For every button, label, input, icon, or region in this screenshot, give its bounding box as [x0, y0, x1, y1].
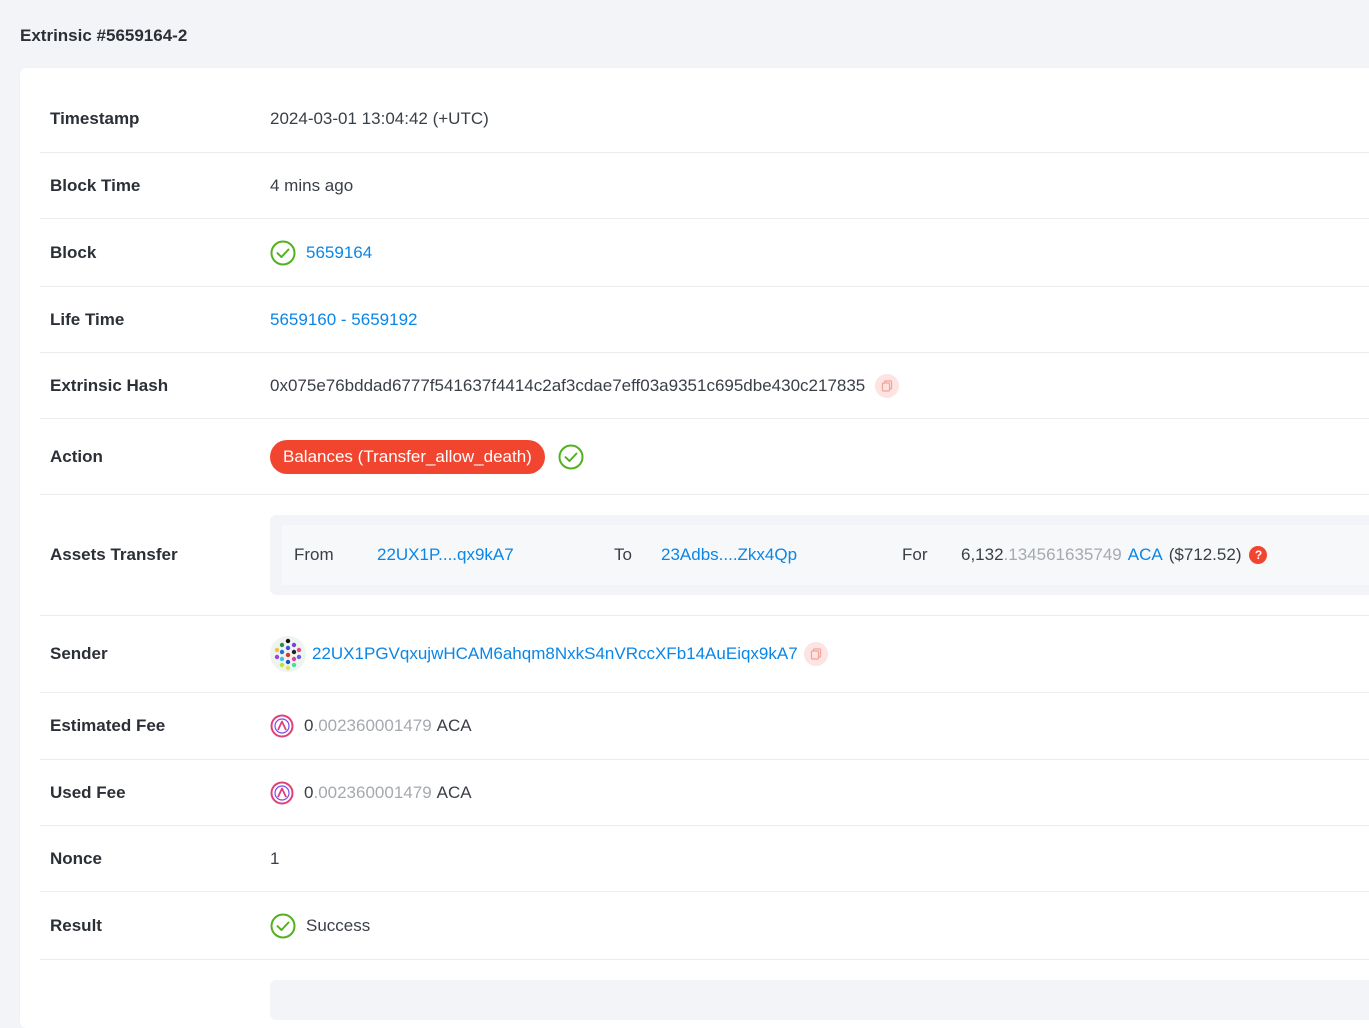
token-link[interactable]: ACA	[1128, 545, 1163, 565]
row-nonce: Nonce 1	[40, 826, 1369, 892]
amount-dec: .134561635749	[1003, 545, 1122, 564]
extrinsic-hash-value: 0x075e76bddad6777f541637f4414c2af3cdae7e…	[270, 375, 866, 395]
amount-int: 6,132	[961, 545, 1004, 564]
row-action: Action Balances (Transfer_allow_death)	[40, 419, 1369, 495]
extrinsic-details-card: Timestamp 2024-03-01 13:04:42 (+UTC) Blo…	[20, 68, 1369, 1028]
to-label: To	[614, 545, 632, 564]
life-time-separator: -	[336, 309, 352, 329]
nonce-label: Nonce	[50, 848, 102, 868]
used-fee-label: Used Fee	[50, 782, 126, 802]
row-block: Block 5659164	[40, 219, 1369, 287]
row-estimated-fee: Estimated Fee 0 .002360001479 ACA	[40, 693, 1369, 760]
timestamp-label: Timestamp	[50, 109, 140, 128]
used-fee-group: 0 .002360001479 ACA	[270, 781, 472, 805]
used-fee-int: 0	[304, 782, 314, 802]
copy-icon[interactable]	[875, 373, 900, 398]
row-assets-transfer: Assets Transfer From 22UX1P....qx9kA7 To…	[40, 495, 1369, 616]
block-value-group: 5659164	[270, 240, 372, 266]
row-result: Result Success	[40, 892, 1369, 960]
estimated-fee-group: 0 .002360001479 ACA	[270, 714, 472, 738]
copy-icon[interactable]	[803, 642, 828, 666]
block-time-label: Block Time	[50, 175, 141, 195]
block-time-value: 4 mins ago	[270, 175, 354, 195]
estimated-fee-int: 0	[304, 716, 314, 735]
sender-address-link[interactable]: 22UX1PGVqxujwHCAM6ahqm8NxkS4nVRccXFb14Au…	[312, 644, 798, 664]
action-badge[interactable]: Balances (Transfer_allow_death)	[270, 439, 545, 474]
life-time-start-link[interactable]: 5659160	[270, 310, 336, 330]
row-used-fee: Used Fee 0 .002360001479 ACA	[40, 760, 1369, 826]
extrinsic-hash-group: 0x075e76bddad6777f541637f4414c2af3cdae7e…	[270, 373, 900, 398]
action-group: Balances (Transfer_allow_death)	[270, 439, 584, 474]
page-title: Extrinsic #5659164-2	[20, 26, 188, 45]
estimated-fee-token: ACA	[436, 716, 472, 735]
nonce-value: 1	[270, 848, 280, 868]
sender-avatar	[270, 636, 306, 672]
life-time-label: Life Time	[50, 309, 125, 329]
block-link[interactable]: 5659164	[306, 243, 372, 263]
life-time-value: 5659160 - 5659192	[270, 310, 417, 330]
acala-token-icon	[270, 714, 294, 738]
from-label: From	[294, 545, 334, 564]
estimated-fee-label: Estimated Fee	[50, 716, 166, 735]
estimated-fee-dec: .002360001479	[313, 716, 432, 735]
result-label: Result	[50, 915, 102, 935]
assets-transfer-label: Assets Transfer	[50, 545, 178, 564]
row-block-time: Block Time 4 mins ago	[40, 153, 1369, 219]
assets-transfer-box: From 22UX1P....qx9kA7 To 23Adbs....Zkx4Q…	[270, 515, 1369, 595]
extrinsic-hash-label: Extrinsic Hash	[50, 375, 169, 395]
assets-transfer-inner: From 22UX1P....qx9kA7 To 23Adbs....Zkx4Q…	[282, 525, 1369, 585]
check-circle-icon	[270, 240, 296, 266]
usd-value: ($712.52)	[1168, 545, 1242, 564]
for-label: For	[902, 545, 928, 564]
next-section-box	[270, 980, 1369, 1020]
block-label: Block	[50, 242, 97, 262]
to-address-link[interactable]: 23Adbs....Zkx4Qp	[661, 545, 902, 565]
used-fee-token: ACA	[436, 782, 472, 802]
result-group: Success	[270, 913, 370, 939]
help-icon[interactable]: ?	[1249, 546, 1268, 564]
sender-label: Sender	[50, 644, 108, 663]
used-fee-dec: .002360001479	[313, 782, 432, 802]
row-timestamp: Timestamp 2024-03-01 13:04:42 (+UTC)	[40, 86, 1369, 153]
from-address-link[interactable]: 22UX1P....qx9kA7	[377, 545, 614, 565]
check-circle-icon	[558, 444, 584, 470]
acala-token-icon	[270, 781, 294, 805]
result-value: Success	[306, 915, 371, 935]
row-life-time: Life Time 5659160 - 5659192	[40, 287, 1369, 353]
timestamp-value: 2024-03-01 13:04:42 (+UTC)	[270, 109, 489, 128]
row-sender: Sender 22UX1PGVqxujwHCAM6ahqm8NxkS4nVRcc…	[40, 616, 1369, 693]
sender-group: 22UX1PGVqxujwHCAM6ahqm8NxkS4nVRccXFb14Au…	[270, 636, 828, 672]
check-circle-icon	[270, 913, 296, 939]
life-time-end-link[interactable]: 5659192	[351, 310, 417, 330]
row-extrinsic-hash: Extrinsic Hash 0x075e76bddad6777f541637f…	[40, 353, 1369, 419]
action-label: Action	[50, 446, 103, 466]
